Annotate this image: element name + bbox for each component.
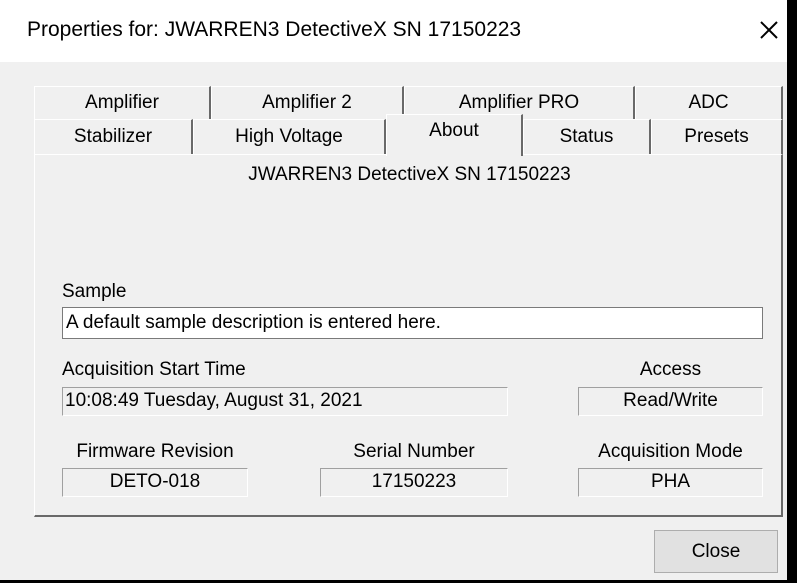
about-panel: JWARREN3 DetectiveX SN 17150223 Sample A… bbox=[34, 154, 783, 517]
title-bar: Properties for: JWARREN3 DetectiveX SN 1… bbox=[0, 0, 787, 62]
tab-control: Amplifier Amplifier 2 Amplifier PRO ADC … bbox=[0, 62, 787, 522]
tab-label: ADC bbox=[688, 92, 729, 113]
close-icon[interactable] bbox=[755, 16, 783, 44]
tab-label: Stabilizer bbox=[73, 126, 153, 147]
tab-label: High Voltage bbox=[235, 126, 343, 147]
tab-presets[interactable]: Presets bbox=[651, 119, 783, 155]
tab-label: Presets bbox=[684, 126, 749, 147]
tab-amplifier[interactable]: Amplifier bbox=[34, 86, 211, 119]
serial-number-label: Serial Number bbox=[353, 441, 475, 462]
tab-adc[interactable]: ADC bbox=[635, 86, 783, 119]
firmware-revision-label: Firmware Revision bbox=[76, 441, 234, 462]
tab-high-voltage[interactable]: High Voltage bbox=[193, 119, 386, 155]
tab-label: Status bbox=[559, 126, 614, 147]
acquisition-start-value: 10:08:49 Tuesday, August 31, 2021 bbox=[62, 387, 508, 416]
close-button[interactable]: Close bbox=[654, 530, 778, 573]
properties-dialog: Properties for: JWARREN3 DetectiveX SN 1… bbox=[0, 0, 789, 580]
sample-label: Sample bbox=[62, 281, 127, 302]
tab-about[interactable]: About bbox=[386, 114, 523, 156]
tab-label: Amplifier bbox=[85, 92, 159, 113]
tab-label: Amplifier PRO bbox=[458, 92, 580, 113]
device-name: JWARREN3 DetectiveX SN 17150223 bbox=[248, 164, 571, 185]
firmware-revision-value: DETO-018 bbox=[62, 468, 248, 497]
tab-label: Amplifier 2 bbox=[262, 92, 352, 113]
acquisition-start-label: Acquisition Start Time bbox=[62, 359, 246, 380]
acquisition-mode-label: Acquisition Mode bbox=[598, 441, 743, 462]
sample-input[interactable]: A default sample description is entered … bbox=[62, 307, 763, 339]
tab-status[interactable]: Status bbox=[523, 119, 651, 155]
tab-amplifier-2[interactable]: Amplifier 2 bbox=[211, 86, 404, 119]
tab-label: About bbox=[429, 120, 479, 141]
access-label: Access bbox=[639, 359, 702, 380]
access-value: Read/Write bbox=[578, 387, 763, 416]
window-title: Properties for: JWARREN3 DetectiveX SN 1… bbox=[27, 18, 522, 41]
acquisition-mode-value: PHA bbox=[578, 468, 763, 497]
tab-stabilizer[interactable]: Stabilizer bbox=[34, 119, 193, 155]
serial-number-value: 17150223 bbox=[320, 468, 508, 497]
